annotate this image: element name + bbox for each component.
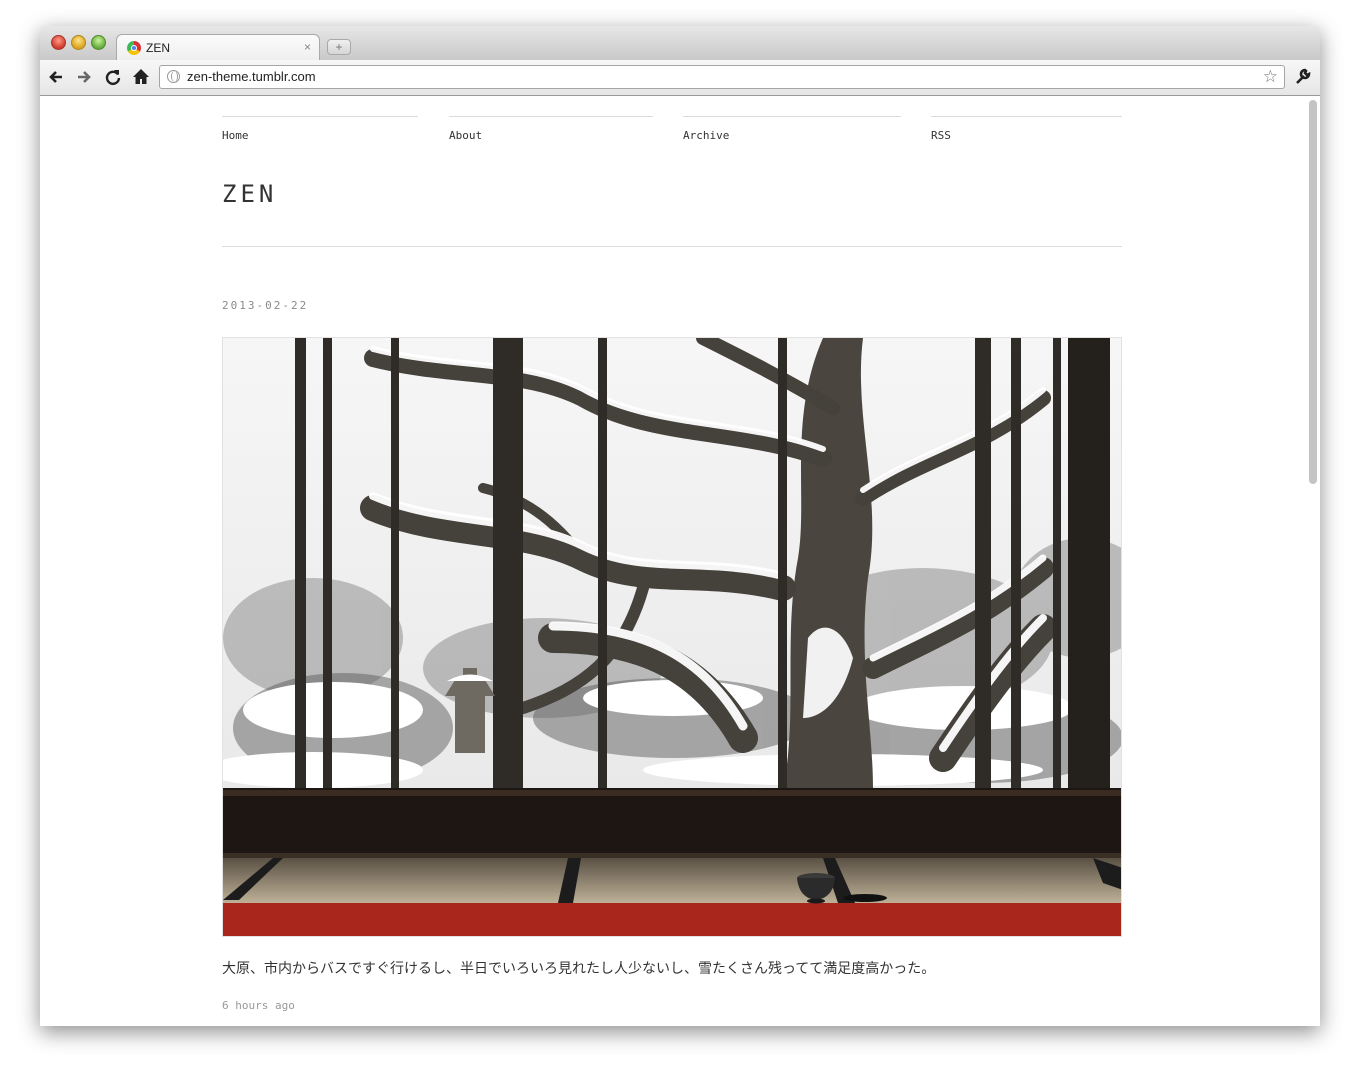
url-text: zen-theme.tumblr.com [187,69,316,84]
post-date[interactable]: 2013-02-22 [222,299,308,312]
nav-about-link[interactable]: About [449,116,653,142]
chrome-favicon-icon [127,41,141,55]
post-photo[interactable] [222,337,1122,937]
new-tab-button[interactable]: + [327,39,351,55]
wrench-icon[interactable] [1292,66,1314,88]
close-window-button[interactable] [51,35,66,50]
globe-icon [167,70,180,83]
nav-rss-link[interactable]: RSS [931,116,1122,142]
scrollbar-thumb[interactable] [1309,100,1317,484]
zoom-window-button[interactable] [91,35,106,50]
snowy-garden-photo [223,338,1121,936]
tab-close-icon[interactable]: × [304,40,311,54]
page-content: Home About Archive RSS ZEN 2013-02-22 大原… [40,96,1306,1026]
post-time-ago[interactable]: 6 hours ago [222,999,295,1012]
browser-toolbar: zen-theme.tumblr.com ☆ [40,60,1320,96]
address-bar[interactable]: zen-theme.tumblr.com ☆ [159,65,1285,89]
bookmark-star-icon[interactable]: ☆ [1263,66,1278,88]
post-caption: 大原、市内からバスですぐ行けるし、半日でいろいろ見れたし人少ないし、雪たくさん残… [222,961,936,977]
tab-title: ZEN [146,41,170,55]
browser-window: ZEN × + zen-theme.tumblr.com ☆ Home Abou… [40,26,1320,1026]
back-icon[interactable] [45,66,67,88]
site-title[interactable]: ZEN [222,180,277,208]
header-divider [222,246,1122,247]
tab-strip: ZEN × + [40,26,1320,60]
vertical-scrollbar[interactable] [1306,96,1320,1026]
home-icon[interactable] [130,66,152,88]
minimize-window-button[interactable] [71,35,86,50]
tab-zen[interactable]: ZEN × [116,34,320,60]
nav-archive-link[interactable]: Archive [683,116,901,142]
forward-icon[interactable] [73,66,95,88]
nav-home-link[interactable]: Home [222,116,418,142]
reload-icon[interactable] [102,66,124,88]
